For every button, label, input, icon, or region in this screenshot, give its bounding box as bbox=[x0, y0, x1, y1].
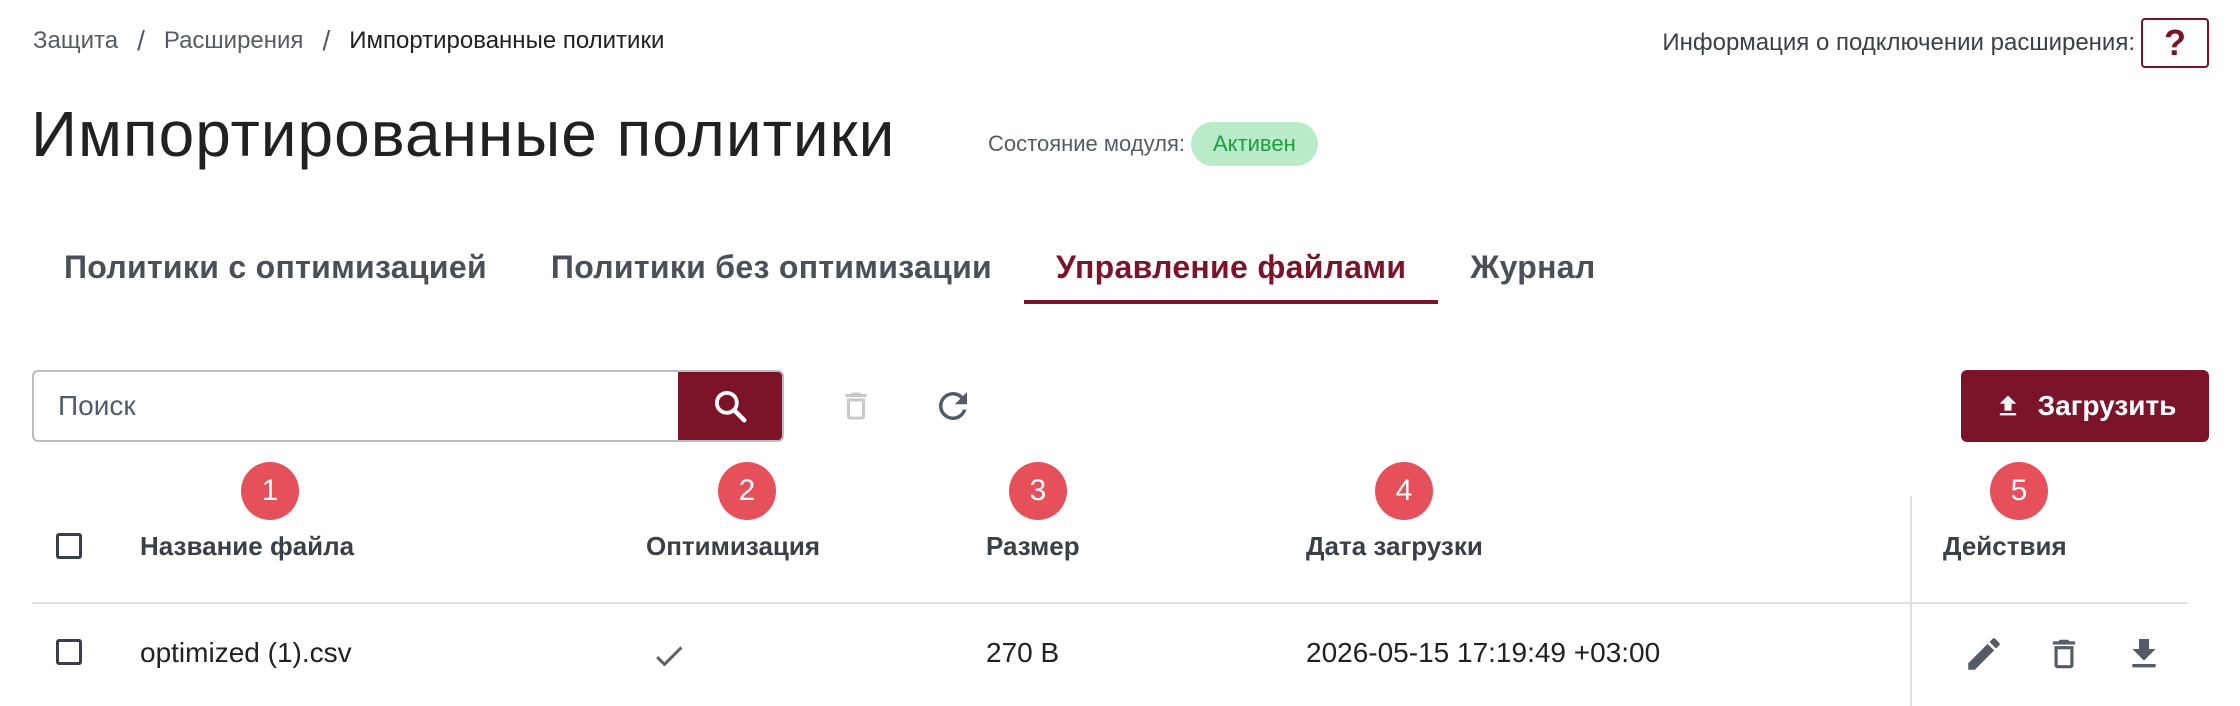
edit-button[interactable] bbox=[1954, 624, 2014, 684]
refresh-icon bbox=[938, 391, 967, 420]
select-all-checkbox[interactable] bbox=[56, 533, 82, 559]
column-header-actions: Действия bbox=[1943, 531, 2067, 561]
connection-info-label: Информация о подключении расширения: bbox=[1662, 29, 2135, 56]
delete-selected-button[interactable] bbox=[826, 376, 886, 436]
breadcrumb-separator: / bbox=[137, 25, 145, 56]
download-button[interactable] bbox=[2114, 624, 2174, 684]
trash-icon bbox=[845, 392, 867, 420]
refresh-button[interactable] bbox=[923, 376, 983, 436]
breadcrumb-item-protection[interactable]: Защита bbox=[33, 27, 118, 55]
annotation-marker-3: 3 bbox=[1009, 462, 1067, 520]
delete-file-button[interactable] bbox=[2034, 624, 2094, 684]
help-button[interactable]: ? bbox=[2141, 18, 2209, 68]
status-badge: Активен bbox=[1190, 122, 1318, 166]
cell-file-name: optimized (1).csv bbox=[140, 637, 352, 668]
row-checkbox[interactable] bbox=[56, 639, 82, 665]
tab-non-optimized-policies[interactable]: Политики без оптимизации bbox=[519, 232, 1024, 304]
cell-optimization bbox=[648, 638, 690, 679]
search-input[interactable] bbox=[34, 372, 678, 440]
connection-info: Информация о подключении расширения: ? bbox=[1662, 18, 2209, 68]
breadcrumb-item-extensions[interactable]: Расширения bbox=[164, 27, 304, 55]
breadcrumb: Защита / Расширения / Импортированные по… bbox=[33, 25, 665, 56]
breadcrumb-separator: / bbox=[322, 25, 331, 56]
cell-upload-date: 2026-05-15 17:19:49 +03:00 bbox=[1306, 637, 1661, 668]
upload-icon bbox=[1999, 395, 2016, 416]
column-header-file-name[interactable]: Название файла bbox=[140, 530, 354, 562]
column-header-upload-date[interactable]: Дата загрузки bbox=[1306, 530, 1483, 562]
annotation-marker-1: 1 bbox=[241, 462, 299, 520]
upload-button[interactable]: Загрузить bbox=[1961, 370, 2209, 442]
download-icon bbox=[2132, 639, 2156, 668]
upload-button-label: Загрузить bbox=[2037, 390, 2177, 421]
module-state: Состояние модуля: Активен bbox=[988, 122, 1318, 166]
annotation-marker-2: 2 bbox=[718, 462, 776, 520]
column-header-size[interactable]: Размер bbox=[986, 530, 1080, 562]
table-row: optimized (1).csv 270 B 2026-05-15 17:19… bbox=[0, 604, 2240, 706]
tab-optimized-policies[interactable]: Политики с оптимизацией bbox=[32, 232, 519, 304]
tab-file-management[interactable]: Управление файлами bbox=[1024, 232, 1439, 304]
page-title: Импортированные политики bbox=[31, 98, 896, 170]
cell-size: 270 B bbox=[986, 637, 1060, 668]
module-state-label: Состояние модуля: bbox=[988, 131, 1185, 156]
column-header-optimization[interactable]: Оптимизация bbox=[646, 530, 820, 562]
trash-icon bbox=[2052, 639, 2076, 669]
search-button[interactable] bbox=[678, 372, 782, 440]
annotation-marker-5: 5 bbox=[1990, 462, 2048, 520]
tab-bar: Политики с оптимизацией Политики без опт… bbox=[32, 232, 1627, 306]
tab-journal[interactable]: Журнал bbox=[1438, 232, 1627, 304]
search-icon bbox=[714, 390, 747, 423]
search-box bbox=[32, 370, 784, 442]
checkmark-icon bbox=[656, 646, 683, 667]
edit-icon bbox=[1968, 638, 2000, 670]
breadcrumb-item-current: Импортированные политики bbox=[349, 27, 665, 54]
annotation-marker-4: 4 bbox=[1375, 462, 1433, 520]
